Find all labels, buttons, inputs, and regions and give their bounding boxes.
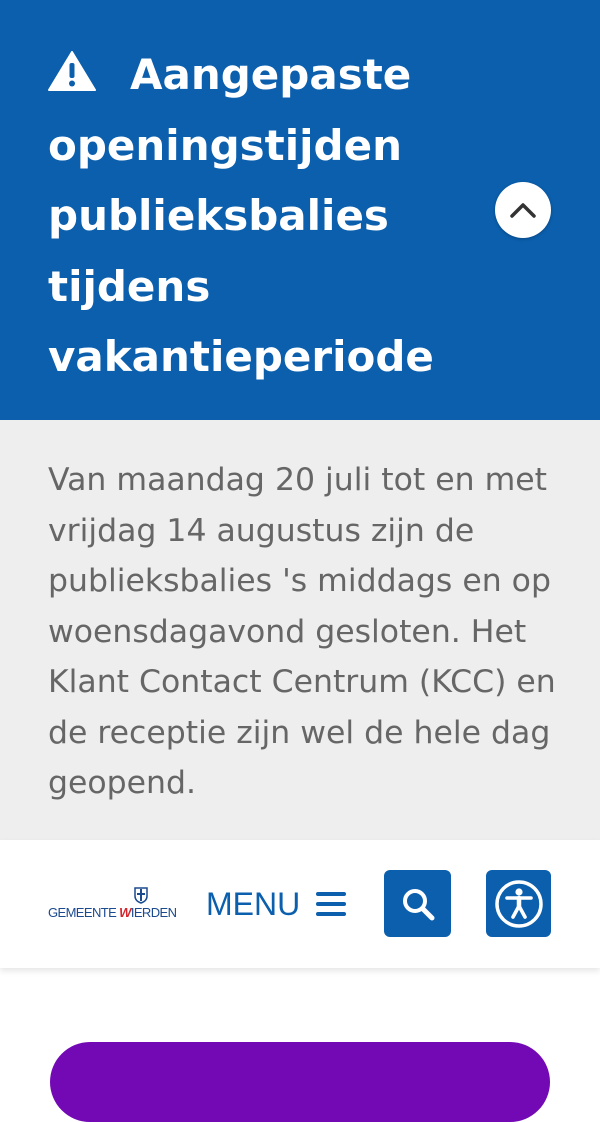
alert-title: Aangepaste openingstijden publieksbalies… bbox=[48, 40, 448, 393]
alert-title-text: Aangepaste openingstijden publieksbalies… bbox=[48, 50, 434, 381]
site-header: GEMEENTE WIERDEN MENU bbox=[0, 840, 600, 968]
search-button[interactable] bbox=[384, 870, 451, 937]
logo-text: GEMEENTE WIERDEN bbox=[48, 905, 177, 920]
accessibility-icon bbox=[494, 879, 543, 928]
menu-button[interactable]: MENU bbox=[206, 880, 347, 928]
crest-icon bbox=[134, 887, 148, 904]
warning-icon bbox=[48, 51, 96, 91]
search-icon bbox=[402, 888, 434, 920]
alert-content: Van maandag 20 juli tot en met vrijdag 1… bbox=[0, 420, 600, 840]
gemeente-wierden-logo[interactable]: GEMEENTE WIERDEN bbox=[48, 887, 177, 923]
hamburger-icon bbox=[316, 892, 347, 916]
chevron-up-icon bbox=[510, 203, 536, 218]
accessibility-button[interactable] bbox=[486, 870, 551, 937]
menu-label: MENU bbox=[206, 885, 301, 922]
collapse-alert-button[interactable] bbox=[495, 182, 551, 238]
purple-banner[interactable] bbox=[50, 1042, 550, 1122]
alert-banner: Aangepaste openingstijden publieksbalies… bbox=[0, 0, 600, 420]
alert-text: Van maandag 20 juli tot en met vrijdag 1… bbox=[48, 462, 556, 801]
